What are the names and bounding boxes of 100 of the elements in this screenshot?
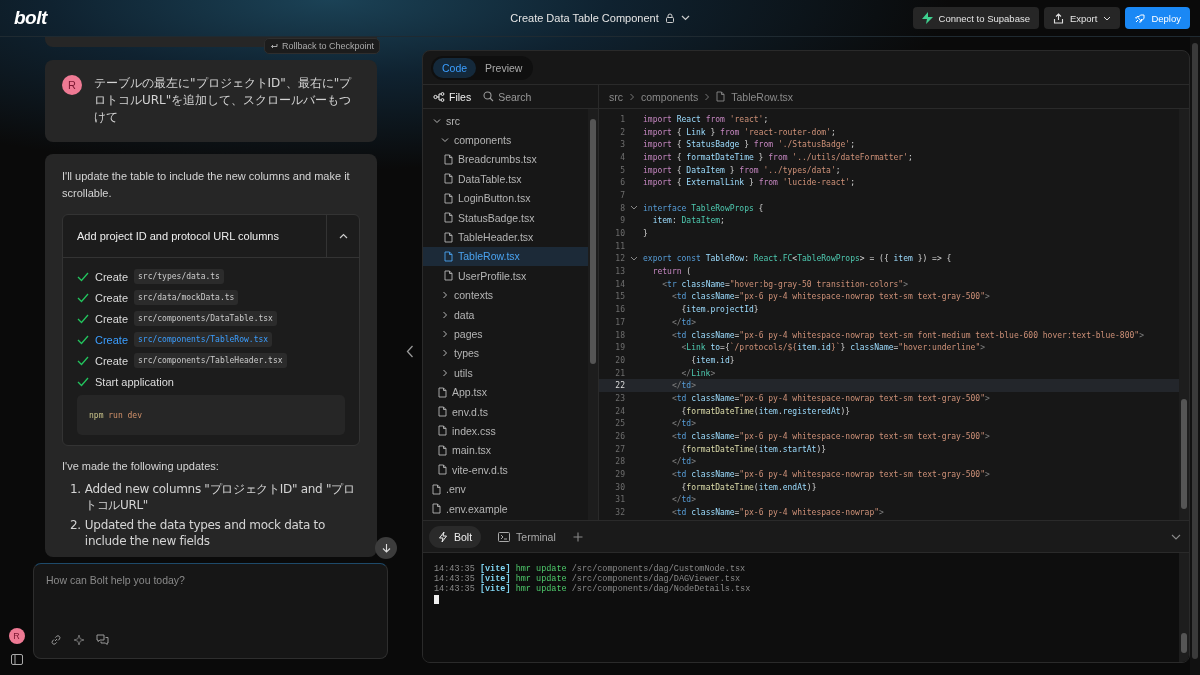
- file-item[interactable]: App.tsx: [423, 382, 588, 402]
- code-line: {formatDateTime(item.registeredAt)}: [680, 406, 851, 416]
- sidebar-toggle-icon[interactable]: [10, 654, 23, 665]
- add-icon[interactable]: [572, 531, 583, 542]
- chevron-down-icon[interactable]: [680, 15, 690, 21]
- terminal-tab[interactable]: Terminal: [489, 525, 565, 548]
- link-icon[interactable]: [50, 634, 62, 646]
- scrollbar[interactable]: [588, 109, 598, 520]
- file-item[interactable]: TableRow.tsx: [423, 246, 588, 267]
- scroll-down-button[interactable]: [375, 537, 397, 559]
- scrollbar[interactable]: [1179, 553, 1189, 662]
- fold-chevron-icon[interactable]: [630, 255, 638, 262]
- line-number: 31: [614, 495, 625, 505]
- file-icon: [444, 173, 453, 185]
- line-number: 5: [619, 165, 625, 175]
- line-number: 9: [619, 216, 625, 226]
- file-item[interactable]: DataTable.tsx: [423, 169, 588, 189]
- supabase-button[interactable]: Connect to Supabase: [912, 7, 1039, 29]
- lock-icon[interactable]: [664, 13, 675, 23]
- line-number: 6: [619, 178, 625, 188]
- file-item[interactable]: index.css: [423, 421, 588, 441]
- chevron-icon: [441, 330, 449, 338]
- deploy-button[interactable]: Deploy: [1125, 7, 1190, 29]
- arrow-down-icon: [381, 543, 391, 553]
- code-line: <td className="px-6 py-4 whitespace-nowrap text-sm text-gray-500">: [670, 393, 990, 403]
- chevron-icon: [338, 233, 348, 239]
- line-number: 13: [614, 267, 625, 277]
- folder-item[interactable]: contexts: [423, 285, 588, 305]
- code-line: </td>: [670, 419, 696, 429]
- terminal-cursor: [434, 595, 439, 604]
- file-icon: [438, 464, 447, 476]
- folder-item[interactable]: src: [423, 111, 588, 131]
- action-title: Add project ID and protocol URL columns: [76, 229, 280, 244]
- breadcrumb-item[interactable]: src: [609, 90, 623, 103]
- code-line: return (: [651, 267, 692, 277]
- export-button[interactable]: Export: [1043, 7, 1121, 29]
- folder-item[interactable]: types: [423, 343, 588, 364]
- breadcrumb-item[interactable]: components: [641, 90, 699, 103]
- prompt-input[interactable]: How can Bolt help you today?: [46, 574, 375, 586]
- folder-item[interactable]: utils: [423, 363, 588, 383]
- code-line: <td className="px-6 py-4 whitespace-nowrap text-sm text-gray-500">: [670, 470, 990, 480]
- scrollbar[interactable]: [1190, 37, 1200, 675]
- view-tab[interactable]: Code: [433, 57, 477, 78]
- breadcrumb-item[interactable]: TableRow.tsx: [731, 90, 794, 103]
- line-number: 14: [614, 279, 625, 289]
- chat-icon[interactable]: [96, 634, 109, 646]
- fold-chevron-icon[interactable]: [630, 205, 638, 212]
- bolt-tab[interactable]: Bolt: [429, 525, 482, 548]
- folder-item[interactable]: components: [423, 130, 588, 150]
- code-line: <td className="px-6 py-4 whitespace-nowrap text-sm text-gray-500">: [670, 432, 990, 442]
- list-number: 1.: [70, 481, 81, 498]
- sparkle-icon[interactable]: [73, 634, 85, 646]
- code-line: item: DataItem;: [651, 216, 725, 226]
- file-item[interactable]: main.tsx: [423, 440, 588, 461]
- line-number: 4: [619, 152, 625, 162]
- folder-item[interactable]: data: [423, 304, 588, 325]
- file-tree-icon: [433, 91, 445, 102]
- line-number: 3: [619, 140, 625, 150]
- step-label: Create: [95, 354, 129, 367]
- file-item[interactable]: StatusBadge.tsx: [423, 207, 588, 228]
- chevron-icon: [441, 349, 449, 358]
- terminal-line: 14:43:35 [vite] hmr update /src/components/dag/NodeDetails.tsx: [434, 584, 752, 594]
- rocket-icon: [1134, 12, 1146, 24]
- file-icon: [432, 503, 441, 514]
- folder-item[interactable]: pages: [423, 324, 588, 344]
- chevron-down-icon[interactable]: [1171, 533, 1181, 540]
- file-item[interactable]: env.d.ts: [423, 401, 588, 422]
- logo[interactable]: bolt: [14, 7, 47, 28]
- file-path[interactable]: src/data/mockData.ts: [134, 290, 239, 305]
- view-tab[interactable]: Preview: [476, 57, 532, 78]
- terminal-icon: [498, 531, 511, 542]
- files-tab[interactable]: Files: [431, 90, 474, 103]
- file-icon: [444, 250, 453, 262]
- file-path[interactable]: src/types/data.ts: [134, 269, 224, 284]
- line-number: 23: [614, 393, 625, 403]
- file-item[interactable]: Breadcrumbs.tsx: [423, 149, 588, 170]
- file-path[interactable]: src/components/TableRow.tsx: [134, 332, 273, 347]
- file-icon: [438, 425, 447, 437]
- scrollbar[interactable]: [1179, 109, 1189, 520]
- file-item[interactable]: .env.example: [423, 498, 588, 519]
- file-item[interactable]: TableHeader.tsx: [423, 227, 588, 247]
- file-item[interactable]: vite-env.d.ts: [423, 460, 588, 480]
- file-path[interactable]: src/components/DataTable.tsx: [134, 311, 277, 326]
- user-avatar[interactable]: R: [8, 628, 25, 644]
- file-icon: [438, 386, 447, 398]
- return-arrow-icon: [269, 42, 278, 50]
- search-tab[interactable]: Search: [481, 90, 534, 103]
- line-number: 18: [614, 330, 625, 340]
- line-number: 25: [614, 419, 625, 429]
- line-number: 17: [614, 317, 625, 327]
- code-line: </td>: [670, 317, 696, 327]
- line-number: 22: [614, 381, 625, 391]
- file-item[interactable]: .env: [423, 479, 588, 499]
- file-item[interactable]: UserProfile.tsx: [423, 266, 588, 286]
- chevron-icon: [441, 291, 449, 300]
- file-path[interactable]: src/components/TableHeader.tsx: [134, 353, 287, 368]
- file-item[interactable]: LoginButton.tsx: [423, 188, 588, 208]
- code-line: import React from 'react';: [643, 114, 769, 124]
- rollback-button[interactable]: Rollback to Checkpoint: [263, 38, 380, 54]
- collapse-chevron-icon[interactable]: [405, 344, 414, 358]
